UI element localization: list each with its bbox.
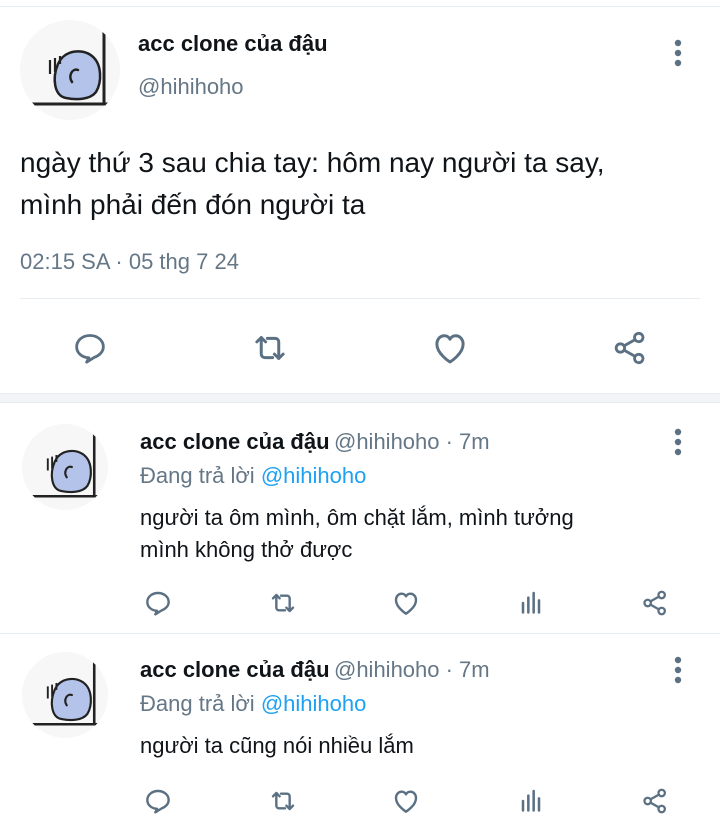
like-icon	[435, 334, 465, 364]
share-button[interactable]	[638, 586, 672, 620]
share-icon	[643, 590, 667, 616]
more-vertical-icon	[674, 428, 682, 456]
retweet-button[interactable]	[266, 586, 300, 620]
top-edge	[0, 0, 720, 7]
replying-to-label: Đang trả lời	[140, 463, 255, 488]
display-name[interactable]: acc clone của đậu	[140, 429, 330, 454]
timestamp[interactable]: 02:15 SA · 05 thg 7 24	[20, 249, 239, 275]
replying-to: Đang trả lời @hihihoho	[140, 691, 366, 717]
reply-text-line: người ta cũng nói nhiều lắm	[140, 733, 414, 758]
reply-text: người ta cũng nói nhiều lắm	[140, 730, 414, 762]
display-name[interactable]: acc clone của đậu	[138, 31, 328, 57]
reply-button[interactable]	[68, 326, 112, 370]
display-name[interactable]: acc clone của đậu	[140, 657, 330, 682]
more-options-button[interactable]	[666, 650, 690, 690]
analytics-button[interactable]	[514, 784, 548, 818]
replying-to: Đang trả lời @hihihoho	[140, 463, 366, 489]
retweet-icon	[255, 336, 285, 360]
retweet-button[interactable]	[266, 784, 300, 818]
like-button[interactable]	[428, 326, 472, 370]
avatar[interactable]	[22, 652, 108, 738]
reply-button[interactable]	[141, 586, 175, 620]
more-options-button[interactable]	[666, 33, 690, 73]
like-button[interactable]	[389, 784, 423, 818]
tweet-text: ngày thứ 3 sau chia tay: hôm nay người t…	[20, 142, 605, 226]
share-icon	[643, 788, 667, 814]
reply-button[interactable]	[141, 784, 175, 818]
like-icon	[394, 592, 418, 615]
reply-icon	[146, 789, 170, 814]
share-button[interactable]	[608, 326, 652, 370]
like-button[interactable]	[389, 586, 423, 620]
share-icon	[614, 331, 645, 365]
analytics-button[interactable]	[514, 586, 548, 620]
handle-time[interactable]: @hihihoho · 7m	[334, 429, 490, 454]
retweet-button[interactable]	[248, 326, 292, 370]
reply-header: acc clone của đậu @hihihoho · 7m	[140, 429, 490, 455]
more-options-button[interactable]	[666, 422, 690, 462]
handle[interactable]: @hihihoho	[138, 74, 244, 100]
avatar[interactable]	[20, 20, 120, 120]
handle-time[interactable]: @hihihoho · 7m	[334, 657, 490, 682]
retweet-icon	[271, 593, 295, 613]
avatar[interactable]	[22, 424, 108, 510]
divider	[0, 633, 720, 634]
reply-icon	[146, 591, 170, 616]
analytics-icon	[521, 591, 541, 614]
retweet-icon	[271, 791, 295, 811]
divider	[20, 298, 700, 299]
tweet-text-line: ngày thứ 3 sau chia tay: hôm nay người t…	[20, 147, 605, 178]
reply-text-line: mình không thở được	[140, 537, 353, 562]
like-icon	[394, 790, 418, 813]
more-vertical-icon	[674, 39, 682, 67]
tweet-text-line: mình phải đến đón người ta	[20, 189, 366, 220]
analytics-icon	[521, 789, 541, 812]
reply-header: acc clone của đậu @hihihoho · 7m	[140, 657, 490, 683]
reply-text-line: người ta ôm mình, ôm chặt lắm, mình tưởn…	[140, 505, 574, 530]
share-button[interactable]	[638, 784, 672, 818]
replying-to-label: Đang trả lời	[140, 691, 255, 716]
replying-to-handle-link[interactable]: @hihihoho	[261, 463, 367, 488]
section-divider	[0, 393, 720, 403]
more-vertical-icon	[674, 656, 682, 684]
replying-to-handle-link[interactable]: @hihihoho	[261, 691, 367, 716]
reply-icon	[75, 334, 105, 364]
reply-text: người ta ôm mình, ôm chặt lắm, mình tưởn…	[140, 502, 574, 566]
